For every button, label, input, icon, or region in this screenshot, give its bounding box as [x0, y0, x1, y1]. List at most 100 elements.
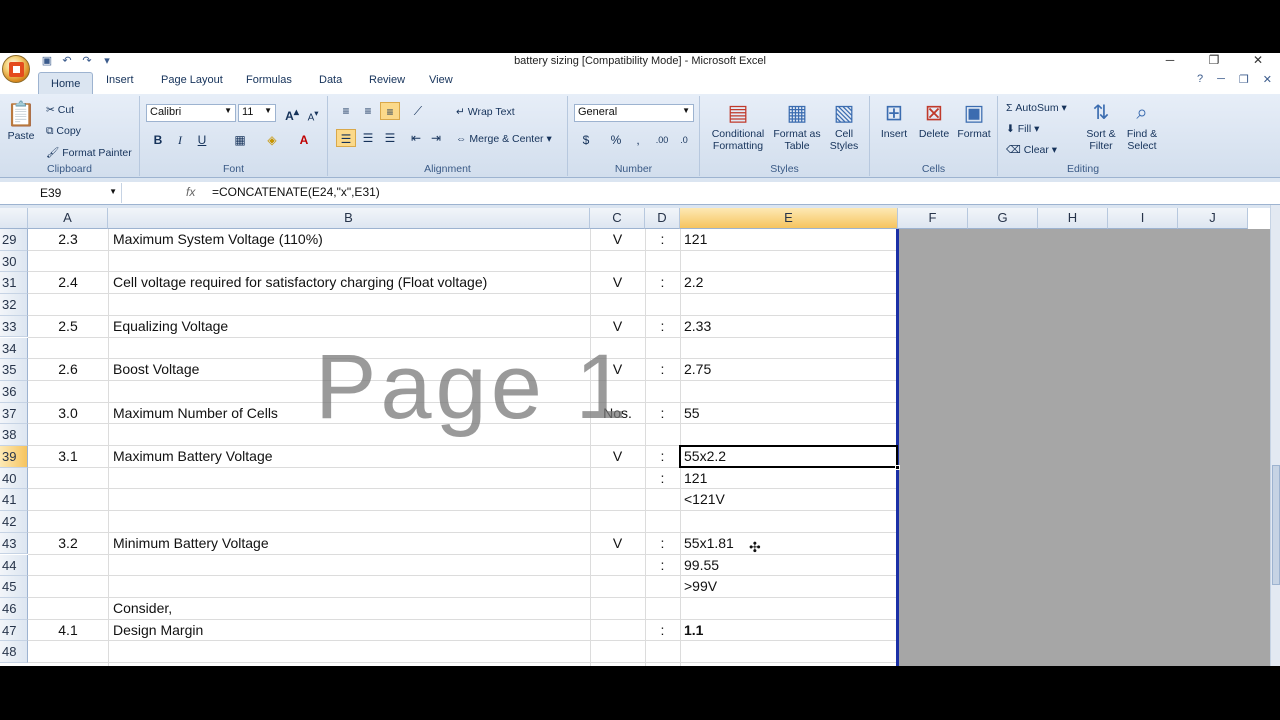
- row-header-29[interactable]: 29: [0, 229, 28, 251]
- row-header-47[interactable]: 47: [0, 619, 28, 642]
- cell-d33[interactable]: :: [645, 316, 680, 337]
- minimize-button[interactable]: ─: [1148, 53, 1192, 70]
- column-header-b[interactable]: B: [108, 208, 590, 229]
- cell-b43[interactable]: Minimum Battery Voltage: [113, 533, 269, 554]
- cell-e41[interactable]: <121V: [684, 489, 725, 510]
- borders-icon[interactable]: ▦: [230, 131, 250, 149]
- column-header-d[interactable]: D: [645, 208, 680, 229]
- workbook-minimize-icon[interactable]: ─: [1217, 73, 1225, 86]
- scrollbar-thumb[interactable]: [1272, 465, 1280, 585]
- cell-c33[interactable]: V: [590, 316, 645, 337]
- active-cell-border[interactable]: [679, 445, 898, 468]
- tab-home[interactable]: Home: [38, 72, 94, 95]
- cell-d37[interactable]: :: [645, 403, 680, 424]
- format-painter-button[interactable]: 🖌 Format Painter: [46, 146, 132, 159]
- align-left-icon[interactable]: ☰: [336, 129, 356, 147]
- cell-d29[interactable]: :: [645, 229, 680, 250]
- cell-d35[interactable]: :: [645, 359, 680, 380]
- cell-b31[interactable]: Cell voltage required for satisfactory c…: [113, 272, 487, 293]
- cell-a29[interactable]: 2.3: [28, 229, 108, 250]
- close-button[interactable]: ✕: [1236, 53, 1280, 70]
- insert-function-icon[interactable]: fx: [186, 185, 195, 199]
- conditional-formatting-button[interactable]: ▤ Conditional Formatting: [704, 98, 772, 152]
- column-header-j[interactable]: J: [1178, 208, 1248, 229]
- cell-e31[interactable]: 2.2: [684, 272, 703, 293]
- column-header-a[interactable]: A: [28, 208, 108, 229]
- font-color-icon[interactable]: A: [294, 131, 314, 149]
- cell-c29[interactable]: V: [590, 229, 645, 250]
- align-top-icon[interactable]: ≡: [336, 102, 356, 120]
- tab-formulas[interactable]: Formulas: [246, 74, 292, 86]
- cell-b39[interactable]: Maximum Battery Voltage: [113, 446, 273, 467]
- tab-view[interactable]: View: [429, 74, 453, 86]
- cell-d39[interactable]: :: [645, 446, 680, 467]
- column-header-g[interactable]: G: [968, 208, 1038, 229]
- cell-d40[interactable]: :: [645, 468, 680, 489]
- tab-insert[interactable]: Insert: [106, 74, 134, 86]
- select-all-corner[interactable]: [0, 208, 28, 229]
- align-right-icon[interactable]: ☰: [380, 129, 400, 147]
- format-cells-button[interactable]: ▣ Format: [954, 98, 994, 140]
- row-header-36[interactable]: 36: [0, 380, 28, 403]
- worksheet-grid[interactable]: A B C D E F G H I J 29 2.3 Maximum System Voltage (1…: [0, 208, 1270, 666]
- row-header-38[interactable]: 38: [0, 424, 28, 446]
- cell-b33[interactable]: Equalizing Voltage: [113, 316, 228, 337]
- bold-icon[interactable]: B: [148, 131, 168, 149]
- cell-e40[interactable]: 121: [684, 468, 707, 489]
- cell-e37[interactable]: 55: [684, 403, 700, 424]
- cell-e33[interactable]: 2.33: [684, 316, 711, 337]
- cell-d47[interactable]: :: [645, 620, 680, 641]
- tab-page-layout[interactable]: Page Layout: [161, 74, 223, 86]
- row-header-43[interactable]: 43: [0, 532, 28, 555]
- fill-button[interactable]: ⬇ Fill ▾: [1006, 123, 1039, 135]
- cell-a31[interactable]: 2.4: [28, 272, 108, 293]
- format-as-table-button[interactable]: ▦ Format as Table: [772, 98, 822, 152]
- row-header-48[interactable]: 48: [0, 641, 28, 663]
- cell-c43[interactable]: V: [590, 533, 645, 554]
- row-header-34[interactable]: 34: [0, 337, 28, 360]
- column-header-h[interactable]: H: [1038, 208, 1108, 229]
- row-header-35[interactable]: 35: [0, 359, 28, 381]
- cell-b47[interactable]: Design Margin: [113, 620, 203, 641]
- font-size-select[interactable]: 11 ▼: [238, 104, 276, 122]
- font-family-select[interactable]: Calibri ▼: [146, 104, 236, 122]
- clear-button[interactable]: ⌫ Clear ▾: [1006, 144, 1057, 156]
- copy-button[interactable]: ⧉ Copy: [46, 125, 81, 138]
- workbook-restore-icon[interactable]: ❐: [1239, 73, 1249, 86]
- decrease-indent-icon[interactable]: ⇤: [406, 129, 426, 147]
- column-header-f[interactable]: F: [898, 208, 968, 229]
- cell-a43[interactable]: 3.2: [28, 533, 108, 554]
- cell-e35[interactable]: 2.75: [684, 359, 711, 380]
- cell-a39[interactable]: 3.1: [28, 446, 108, 467]
- row-header-40[interactable]: 40: [0, 467, 28, 490]
- orientation-icon[interactable]: ⟋: [408, 102, 428, 120]
- delete-cells-button[interactable]: ⊠ Delete: [914, 98, 954, 140]
- insert-cells-button[interactable]: ⊞ Insert: [874, 98, 914, 140]
- number-format-select[interactable]: General ▼: [574, 104, 694, 122]
- find-select-button[interactable]: ⌕ Find & Select: [1122, 98, 1162, 152]
- cut-button[interactable]: ✂ Cut: [46, 104, 74, 116]
- cell-a35[interactable]: 2.6: [28, 359, 108, 380]
- percent-icon[interactable]: %: [606, 131, 626, 149]
- column-header-e[interactable]: E: [680, 208, 898, 229]
- vertical-scrollbar[interactable]: [1270, 205, 1280, 666]
- workbook-close-icon[interactable]: ✕: [1263, 73, 1272, 86]
- row-header-33[interactable]: 33: [0, 315, 28, 338]
- row-header-31[interactable]: 31: [0, 272, 28, 295]
- cell-e45[interactable]: >99V: [684, 576, 717, 597]
- tab-data[interactable]: Data: [319, 74, 342, 86]
- cell-d44[interactable]: :: [645, 555, 680, 576]
- cell-d31[interactable]: :: [645, 272, 680, 293]
- cell-e43[interactable]: 55x1.81: [684, 533, 734, 554]
- cell-e47[interactable]: 1.1: [684, 620, 703, 641]
- cell-styles-button[interactable]: ▧ Cell Styles: [822, 98, 866, 152]
- row-header-32[interactable]: 32: [0, 294, 28, 316]
- italic-icon[interactable]: I: [170, 131, 190, 149]
- row-header-39[interactable]: 39: [0, 446, 28, 468]
- row-header-44[interactable]: 44: [0, 554, 28, 577]
- column-header-i[interactable]: I: [1108, 208, 1178, 229]
- cell-c39[interactable]: V: [590, 446, 645, 467]
- increase-indent-icon[interactable]: ⇥: [426, 129, 446, 147]
- row-header-46[interactable]: 46: [0, 597, 28, 620]
- row-header-42[interactable]: 42: [0, 511, 28, 533]
